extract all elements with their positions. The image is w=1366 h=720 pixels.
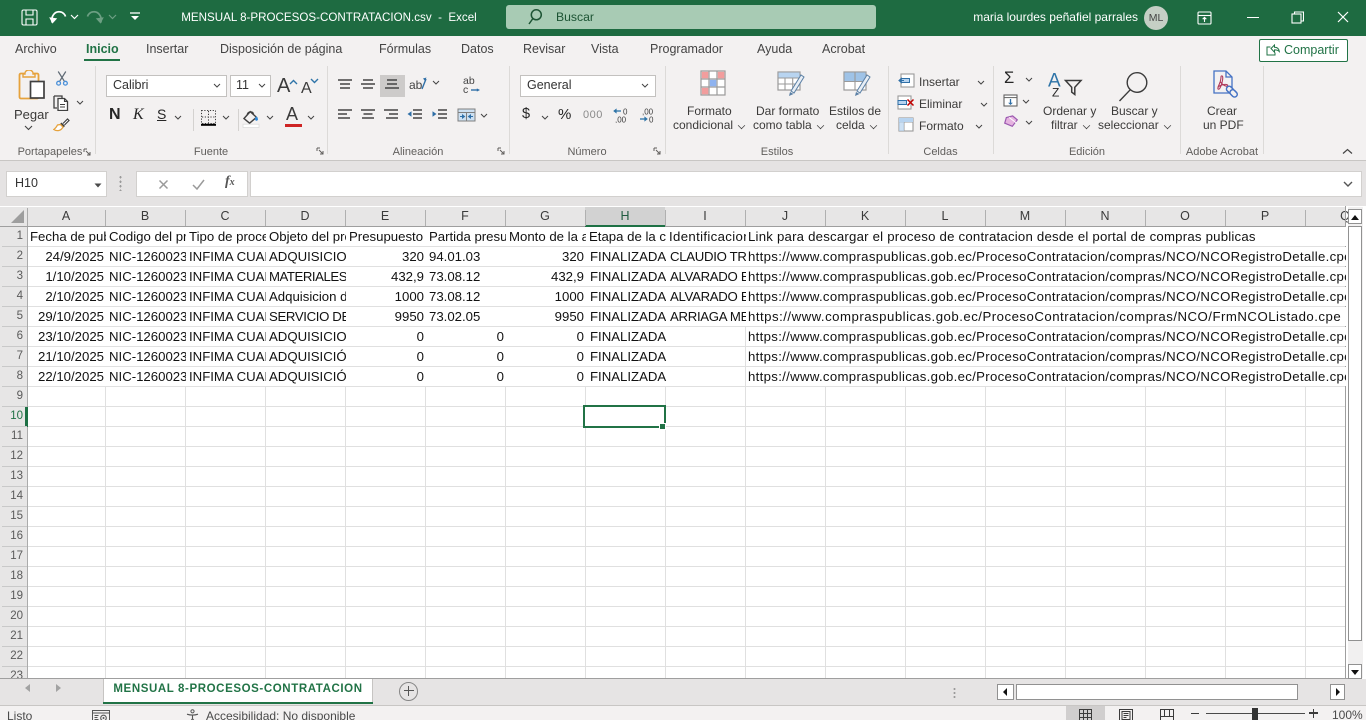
- svg-text:Z: Z: [1052, 86, 1059, 100]
- svg-text:,00: ,00: [615, 116, 627, 124]
- svg-text:c: c: [463, 84, 468, 94]
- svg-text:0: 0: [649, 116, 654, 124]
- svg-text:ab: ab: [409, 78, 423, 92]
